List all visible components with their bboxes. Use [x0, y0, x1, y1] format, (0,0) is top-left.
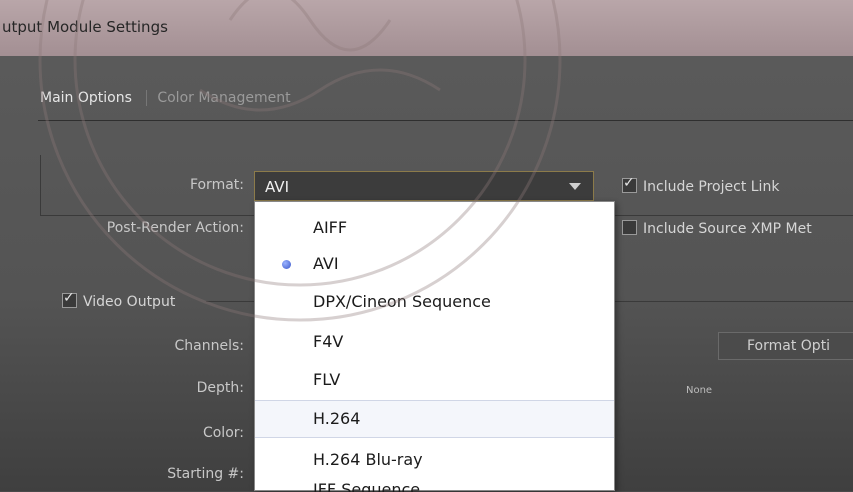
tab-color-management[interactable]: Color Management	[146, 90, 291, 106]
include-project-link-checkbox[interactable]: Include Project Link	[622, 175, 780, 195]
format-select[interactable]: AVI	[254, 171, 594, 201]
checkbox-unchecked-icon[interactable]	[622, 220, 637, 235]
format-options-button[interactable]: Format Opti	[718, 332, 853, 360]
channels-label: Channels:	[174, 338, 245, 354]
include-source-xmp-checkbox[interactable]: Include Source XMP Met	[622, 220, 812, 237]
depth-note: None	[686, 385, 713, 396]
include-project-link-label: Include Project Link	[643, 179, 780, 195]
tab-strip: Main Options Color Management	[40, 90, 291, 106]
tab-main-options[interactable]: Main Options	[40, 90, 132, 106]
option-label: H.264	[313, 409, 361, 428]
color-label: Color:	[202, 425, 244, 441]
chevron-down-icon	[569, 183, 581, 190]
format-label: Format:	[189, 177, 244, 193]
option-label: DPX/Cineon Sequence	[313, 292, 491, 311]
dropdown-option-avi[interactable]: AVI	[255, 246, 614, 282]
starting-number-label: Starting #:	[167, 466, 244, 482]
checkbox-checked-icon[interactable]	[62, 290, 77, 308]
option-label: IFF Sequence	[313, 480, 421, 492]
tab-divider	[38, 120, 853, 121]
format-dropdown-list: AIFF AVI DPX/Cineon Sequence F4V FLV H.2…	[254, 201, 615, 492]
dropdown-option-iff-sequence[interactable]: IFF Sequence	[255, 472, 614, 492]
option-label: AIFF	[313, 218, 348, 237]
dropdown-option-flv[interactable]: FLV	[255, 362, 614, 398]
option-label: AVI	[313, 254, 339, 273]
dropdown-option-h264[interactable]: H.264	[255, 400, 614, 438]
selected-dot-icon	[282, 260, 291, 269]
dropdown-option-dpx-cineon[interactable]: DPX/Cineon Sequence	[255, 284, 614, 320]
post-render-action-label: Post-Render Action:	[106, 220, 244, 236]
format-value: AVI	[265, 178, 289, 196]
dropdown-option-aiff[interactable]: AIFF	[255, 210, 614, 246]
window-title: utput Module Settings	[2, 18, 168, 36]
dropdown-option-f4v[interactable]: F4V	[255, 324, 614, 360]
option-label: H.264 Blu-ray	[313, 450, 423, 469]
checkbox-checked-icon[interactable]	[622, 175, 637, 193]
option-label: F4V	[313, 332, 344, 351]
depth-label: Depth:	[196, 380, 244, 396]
title-bar: utput Module Settings	[0, 0, 853, 57]
video-output-checkbox[interactable]: Video Output	[62, 290, 176, 310]
video-output-label: Video Output	[83, 294, 176, 310]
include-source-xmp-label: Include Source XMP Met	[643, 221, 812, 237]
option-label: FLV	[313, 370, 341, 389]
